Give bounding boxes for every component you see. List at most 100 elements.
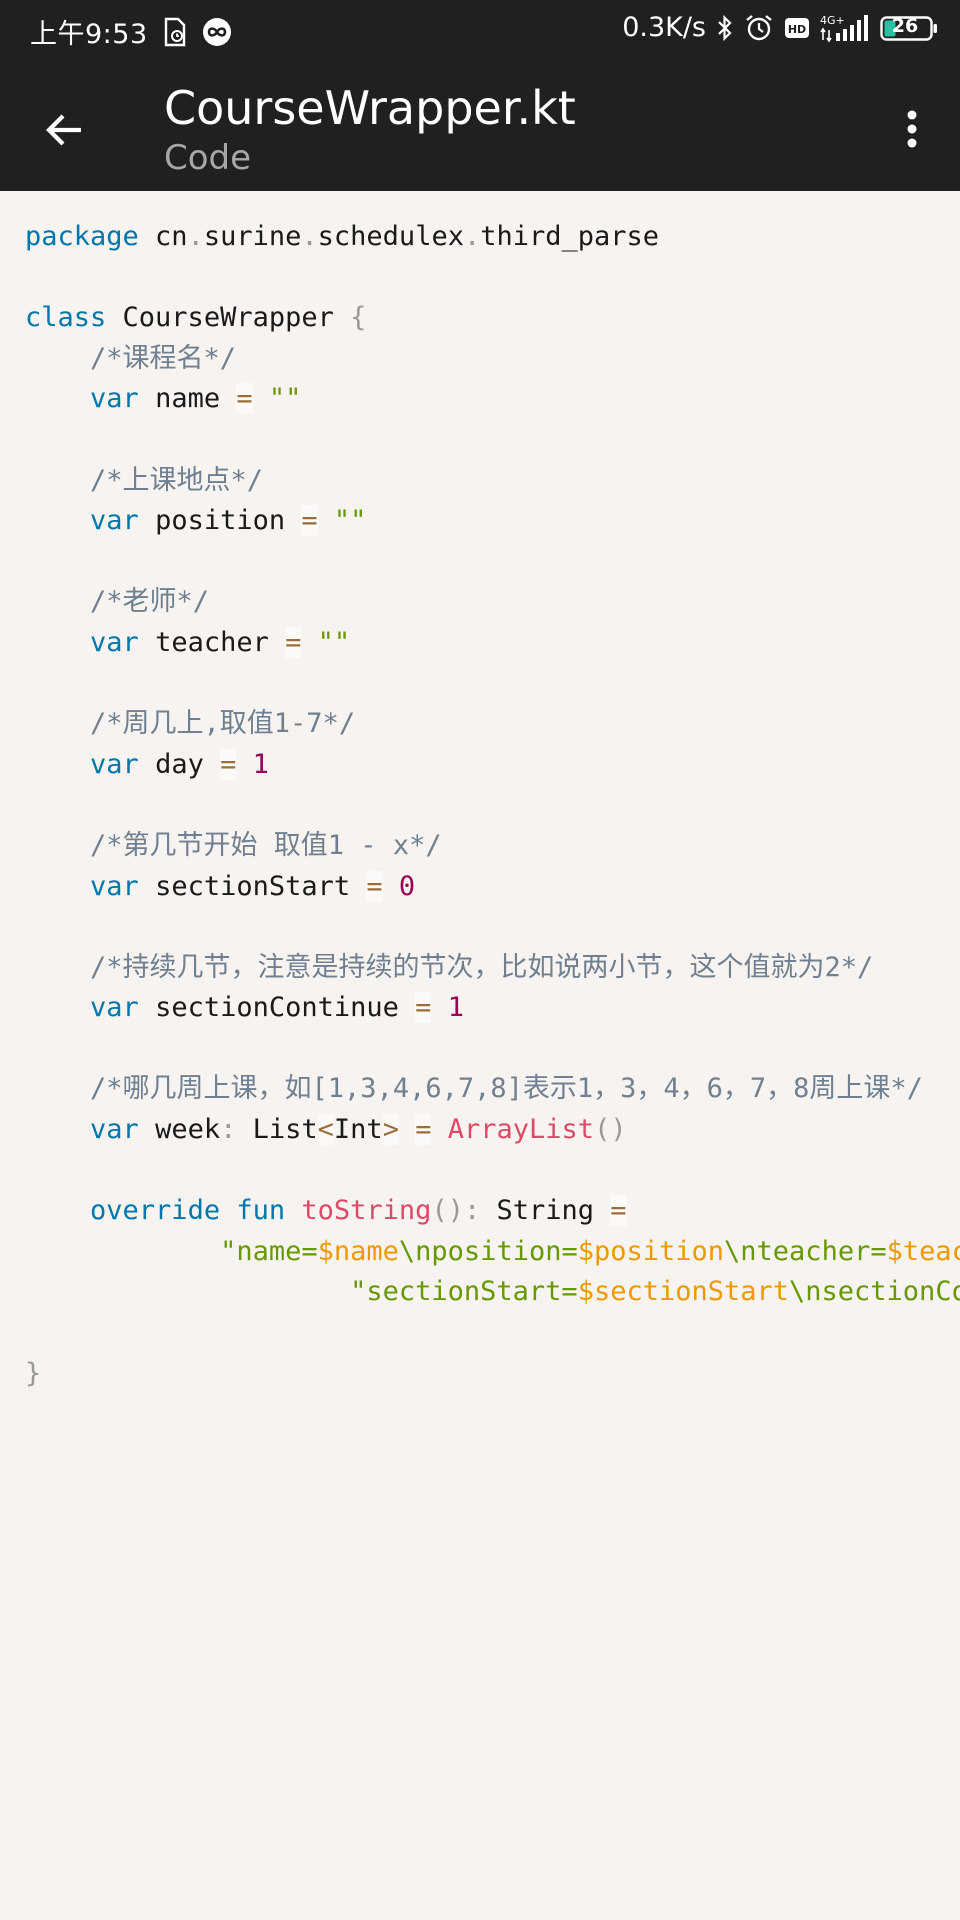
code-text: CourseWrapper — [106, 302, 351, 334]
keyword-token: package — [25, 221, 139, 252]
code-text: name — [138, 383, 237, 415]
code-line: "sectionStart=$sectionStart\nsectionCont… — [25, 1272, 960, 1313]
code-line: var sectionStart = 0 — [25, 867, 960, 908]
alarm-icon — [744, 13, 774, 43]
back-button[interactable] — [38, 104, 90, 156]
keyword-token: var — [90, 870, 139, 902]
signal-icon: 4G+ — [820, 13, 870, 43]
comment-token: /*上课地点*/ — [90, 464, 264, 496]
code-text: String — [480, 1195, 611, 1227]
status-left: 上午9:53 — [30, 12, 232, 51]
network-speed: 0.3K/s — [622, 12, 706, 43]
page-title: CourseWrapper.kt — [164, 81, 576, 135]
string-token: \nsectionContinue — [789, 1276, 960, 1308]
more-vert-icon — [907, 110, 917, 148]
app-bar: CourseWrapper.kt Code — [0, 62, 960, 191]
code-line: var week: List<Int> = ArrayList() — [25, 1110, 960, 1151]
function-token: ArrayList — [447, 1114, 595, 1146]
number-token: 0 — [398, 870, 416, 902]
string-token: "" — [317, 626, 351, 658]
punctuation-token: : — [220, 1114, 237, 1146]
operator-token: = — [415, 1114, 432, 1146]
keyword-token: var — [90, 748, 139, 780]
function-token: toString — [301, 1195, 432, 1227]
code-text: List — [236, 1114, 318, 1146]
code-line: var name = "" — [25, 379, 960, 420]
operator-token: = — [415, 992, 432, 1024]
code-text: third_parse — [480, 221, 660, 252]
battery-level: 26 — [891, 14, 919, 37]
code-line: var teacher = "" — [25, 623, 960, 664]
code-line: /*课程名*/ — [25, 339, 960, 380]
template-variable-token: $position — [577, 1235, 725, 1267]
code-text: sectionStart — [138, 870, 367, 902]
hd-icon: HD — [784, 15, 810, 41]
punctuation-token: () — [594, 1114, 627, 1146]
string-token: "sectionStart= — [350, 1276, 578, 1308]
keyword-token: override — [90, 1195, 221, 1227]
code-line: /*上课地点*/ — [25, 461, 960, 502]
template-variable-token: $teacher — [886, 1235, 960, 1267]
comment-token: /*第几节开始 取值1 - x*/ — [90, 829, 442, 861]
code-text: teacher — [138, 626, 286, 658]
operator-token: > — [382, 1114, 399, 1146]
number-token: 1 — [447, 992, 464, 1024]
punctuation-token: { — [350, 302, 367, 334]
punctuation-token: } — [25, 1357, 42, 1389]
comment-token: /*哪几周上课，如[1,3,4,6,7,8]表示1，3，4，6，7，8周上课*/ — [90, 1073, 923, 1105]
operator-token: = — [610, 1195, 627, 1227]
keyword-token: var — [90, 1114, 139, 1146]
code-text: surine — [203, 221, 302, 252]
string-token: "" — [333, 505, 367, 537]
punctuation-token: . — [301, 221, 318, 252]
keyword-token: var — [90, 626, 139, 658]
code-block: package cn.surine.schedulex.third_parse … — [25, 217, 960, 1394]
battery-icon: 26 — [880, 13, 938, 43]
code-line: /*老师*/ — [25, 582, 960, 623]
keyword-token: var — [90, 383, 139, 415]
hd-label: HD — [788, 23, 806, 36]
status-bar: 上午9:53 0.3K/s HD 4G+ 26 — [0, 0, 960, 62]
string-token: \nposition= — [398, 1235, 578, 1267]
status-time: 上午9:53 — [30, 19, 148, 50]
code-viewer[interactable]: package cn.surine.schedulex.third_parse … — [0, 191, 960, 1920]
code-line: var sectionContinue = 1 — [25, 988, 960, 1029]
comment-token: /*周几上,取值1-7*/ — [90, 708, 356, 740]
code-line: class CourseWrapper { — [25, 298, 960, 339]
template-variable-token: $sectionStart — [577, 1276, 790, 1308]
operator-token: = — [285, 626, 302, 658]
keyword-token: class — [25, 302, 107, 334]
bluetooth-icon — [716, 13, 734, 43]
page-subtitle: Code — [164, 138, 252, 178]
network-type-label: 4G+ — [820, 14, 845, 27]
string-token: \nteacher= — [724, 1235, 887, 1267]
keyword-token: fun — [236, 1195, 286, 1227]
more-options-button[interactable] — [894, 104, 930, 154]
punctuation-token: (): — [431, 1195, 481, 1227]
code-line: package cn.surine.schedulex.third_parse — [25, 217, 960, 258]
code-text: day — [138, 748, 221, 780]
code-line: override fun toString(): String = — [25, 1191, 960, 1232]
